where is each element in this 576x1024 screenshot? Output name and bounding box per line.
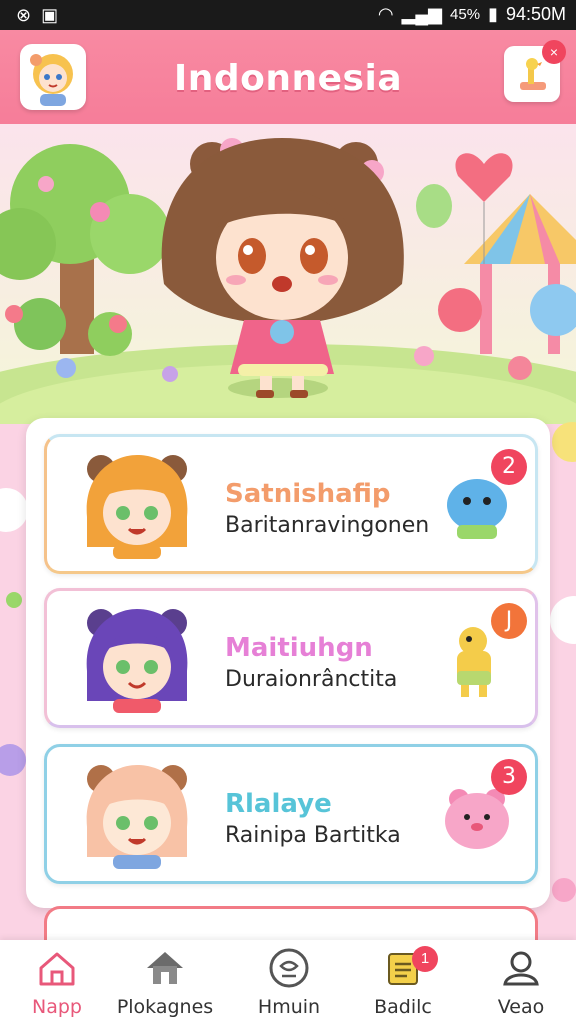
nav-item-plokagnes[interactable]: Plokagnes (110, 946, 220, 1022)
profile-icon (503, 951, 539, 986)
bottom-navigation: Napp Plokagnes Hmuin 1 Badilc Veao (0, 940, 576, 1024)
status-bar: ⊗ ▣ ◠ ▂▄▆ 45% ▮ 94:50M (0, 0, 576, 30)
clock: 94:50M (505, 4, 566, 24)
row-count-badge: 2 (491, 449, 527, 485)
row-title: Maitiuhgn (225, 633, 373, 663)
nav-item-badilc[interactable]: 1 Badilc (348, 946, 458, 1022)
nav-label: Veao (497, 996, 545, 1018)
close-badge[interactable]: × (542, 40, 566, 64)
house-icon (147, 952, 183, 984)
purple-bear-avatar-icon (86, 609, 188, 713)
nav-label: Badilc (374, 996, 432, 1018)
nav-item-hmuin[interactable]: Hmuin (234, 946, 344, 1022)
nav-label: Napp (32, 996, 82, 1018)
nav-item-veao[interactable]: Veao (466, 946, 576, 1022)
nav-label: Plokagnes (116, 996, 214, 1018)
row-title: Satnishafip (225, 479, 391, 509)
right-decoration (550, 422, 576, 902)
toy-menu-button[interactable]: × (504, 40, 566, 102)
orange-bear-avatar-icon (86, 455, 188, 559)
notification-badge: 1 (412, 946, 438, 972)
battery-percent: 45% (450, 6, 481, 23)
row-subtitle: Baritanravingonen (225, 513, 430, 538)
nav-label: Hmuin (257, 996, 321, 1018)
app-notification-icon: ⊗ (16, 5, 32, 25)
wifi-icon: ◠ (377, 4, 394, 24)
page-title: Indonnesia (173, 58, 403, 99)
pink-bear-avatar-icon (86, 765, 188, 869)
list-item[interactable]: Satnishafip Baritanravingonen 2 (44, 434, 538, 574)
row-subtitle: Duraionrânctita (225, 667, 398, 692)
app-header: Indonnesia × (0, 30, 576, 124)
nav-item-napp[interactable]: Napp (2, 946, 112, 1022)
home-icon (39, 952, 75, 986)
row-count-badge: J (491, 603, 527, 639)
row-subtitle: Rainipa Bartitka (225, 823, 401, 848)
character-list-card: Satnishafip Baritanravingonen 2 Maitiuhg… (26, 418, 550, 908)
signal-icon: ▂▄▆ (401, 4, 443, 24)
row-title: Rlalaye (225, 789, 332, 819)
list-item[interactable]: Maitiuhgn Duraionrânctita J (44, 588, 538, 728)
image-notification-icon: ▣ (41, 5, 59, 25)
row-count-badge: 3 (491, 759, 527, 795)
battery-icon: ▮ (488, 4, 498, 24)
list-item[interactable]: Rlalaye Rainipa Bartitka 3 (44, 744, 538, 884)
chat-icon (269, 948, 309, 988)
hero-illustration (0, 124, 576, 504)
